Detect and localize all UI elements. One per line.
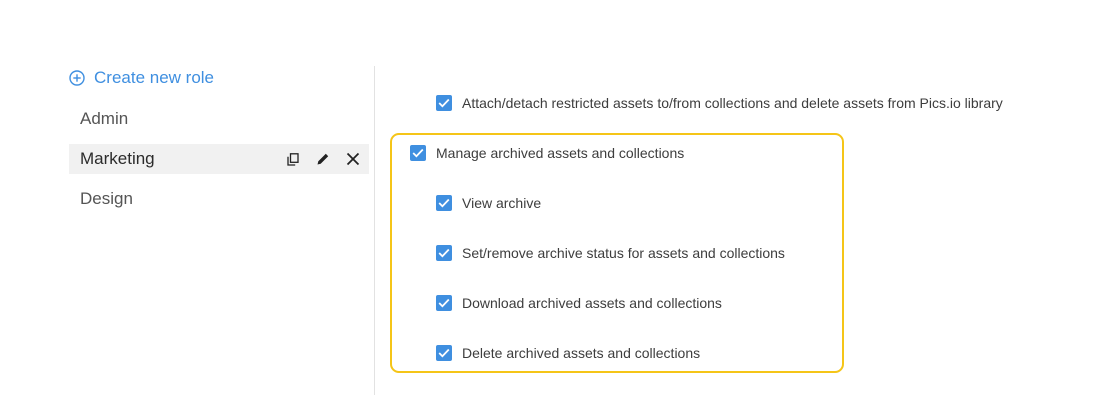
permission-label: View archive — [462, 195, 542, 211]
checkmark-icon — [438, 98, 450, 108]
close-icon[interactable] — [345, 151, 361, 167]
role-item-admin[interactable]: Admin — [69, 104, 369, 134]
permission-label: Download archived assets and collections — [462, 295, 722, 311]
permission-view-archive: View archive — [436, 195, 541, 211]
sidebar-divider — [374, 66, 375, 395]
roles-sidebar: Create new role Admin Marketing Design — [69, 62, 369, 214]
role-actions — [271, 144, 361, 174]
role-item-design[interactable]: Design — [69, 184, 369, 214]
checkbox-checked[interactable] — [436, 245, 452, 261]
checkmark-icon — [438, 348, 450, 358]
duplicate-icon[interactable] — [285, 151, 301, 167]
checkbox-checked[interactable] — [436, 295, 452, 311]
permission-delete-archived: Delete archived assets and collections — [436, 345, 700, 361]
role-label: Design — [80, 189, 133, 208]
checkmark-icon — [438, 248, 450, 258]
checkbox-checked[interactable] — [410, 145, 426, 161]
permission-label: Attach/detach restricted assets to/from … — [462, 95, 1003, 111]
checkbox-checked[interactable] — [436, 345, 452, 361]
permission-download-archived: Download archived assets and collections — [436, 295, 722, 311]
edit-pencil-icon[interactable] — [315, 151, 331, 167]
create-new-role-label: Create new role — [94, 68, 215, 87]
permission-attach-detach: Attach/detach restricted assets to/from … — [436, 95, 1003, 111]
role-label: Admin — [80, 109, 129, 128]
create-new-role-button[interactable]: Create new role — [69, 62, 369, 94]
role-label: Marketing — [80, 149, 155, 168]
permission-label: Set/remove archive status for assets and… — [462, 245, 785, 261]
plus-circle-icon — [69, 70, 85, 86]
checkbox-checked[interactable] — [436, 195, 452, 211]
checkmark-icon — [412, 148, 424, 158]
permission-label: Delete archived assets and collections — [462, 345, 701, 361]
roles-settings-page: Create new role Admin Marketing Design A… — [0, 0, 1102, 395]
permission-manage-archived: Manage archived assets and collections — [410, 145, 684, 161]
checkbox-checked[interactable] — [436, 95, 452, 111]
role-item-marketing[interactable]: Marketing — [69, 144, 369, 174]
checkmark-icon — [438, 298, 450, 308]
permission-set-remove-archive-status: Set/remove archive status for assets and… — [436, 245, 785, 261]
permission-label: Manage archived assets and collections — [436, 145, 685, 161]
checkmark-icon — [438, 198, 450, 208]
